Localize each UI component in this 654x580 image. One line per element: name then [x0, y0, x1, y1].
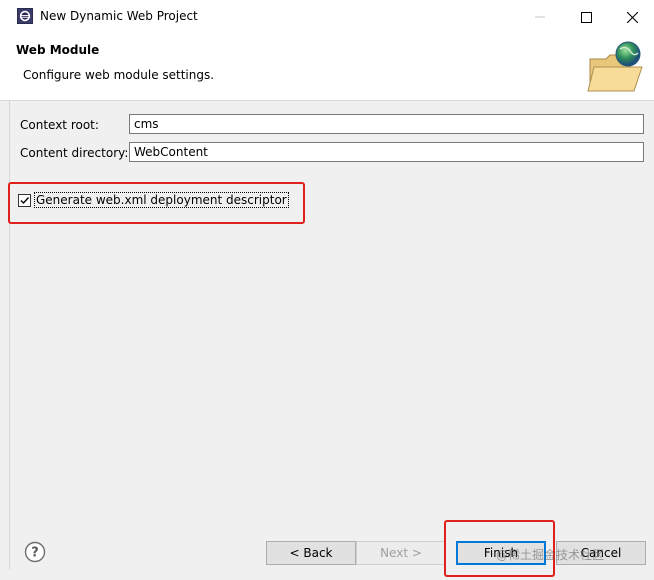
- finish-highlight-annotation: [444, 520, 555, 577]
- maximize-icon: [580, 11, 592, 23]
- eclipse-app-icon: [17, 8, 33, 24]
- minimize-button[interactable]: [517, 3, 563, 31]
- close-button[interactable]: [609, 3, 654, 31]
- folder-globe-icon: [587, 41, 643, 92]
- page-description: Configure web module settings.: [23, 68, 215, 82]
- minimize-icon: [535, 16, 545, 18]
- help-icon[interactable]: ?: [24, 541, 46, 563]
- context-root-input[interactable]: cms: [129, 114, 644, 134]
- back-button[interactable]: < Back: [266, 541, 356, 565]
- title-bar: New Dynamic Web Project: [0, 0, 654, 33]
- content-directory-input[interactable]: WebContent: [129, 142, 644, 162]
- wizard-header: Web Module Configure web module settings…: [0, 33, 654, 101]
- svg-text:?: ?: [31, 546, 39, 561]
- context-root-label: Context root:: [20, 118, 99, 132]
- cancel-button[interactable]: Cancel: [556, 541, 646, 565]
- content-directory-label: Content directory:: [20, 146, 129, 160]
- page-title: Web Module: [16, 43, 100, 57]
- window-title: New Dynamic Web Project: [40, 9, 198, 23]
- checkbox-highlight-annotation: [8, 182, 305, 224]
- left-divider: [9, 100, 10, 570]
- maximize-button[interactable]: [563, 3, 609, 31]
- next-button[interactable]: Next >: [356, 541, 446, 565]
- close-icon: [626, 11, 638, 23]
